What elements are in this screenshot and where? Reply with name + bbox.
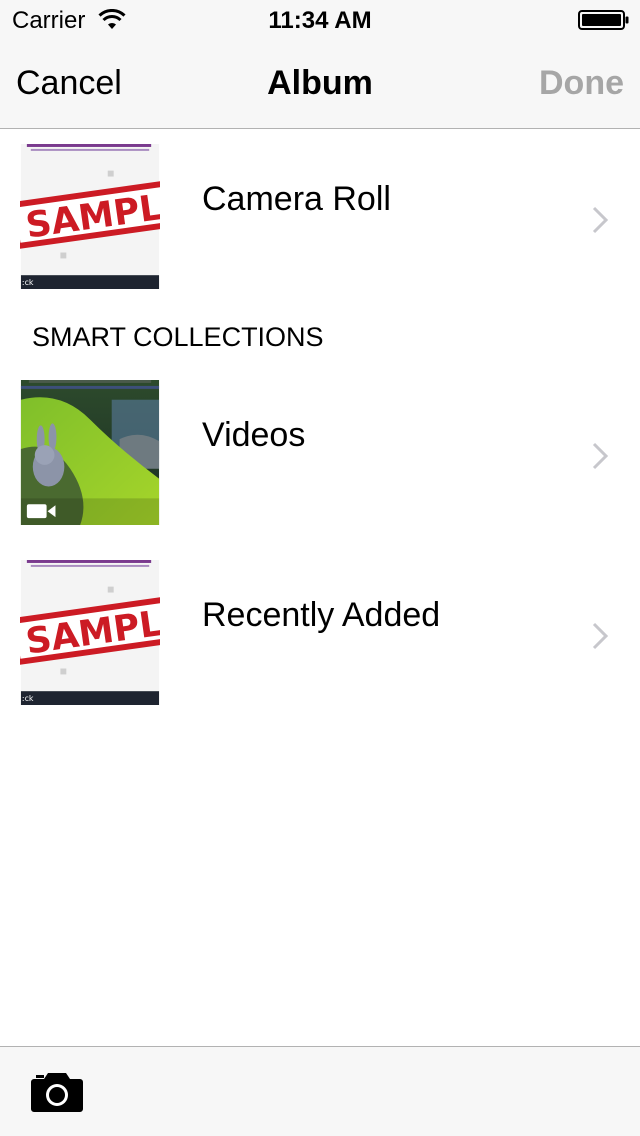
album-row-recently-added[interactable]: SAMPL :ck Recently Added	[0, 542, 640, 705]
battery-icon	[578, 10, 629, 30]
chevron-right-icon	[592, 206, 609, 234]
status-bar: Carrier 11:34 AM	[0, 0, 640, 40]
svg-text::ck: :ck	[22, 278, 34, 287]
navigation-bar: Cancel Album Done	[0, 40, 640, 129]
chevron-right-icon	[592, 622, 609, 650]
album-picker-screen: Carrier 11:34 AM Cancel Album Done SAMPL…	[0, 0, 640, 1136]
bottom-toolbar	[0, 1046, 640, 1136]
album-thumbnail: SAMPL :ck	[20, 144, 160, 289]
album-thumbnail: SAMPL :ck	[20, 560, 160, 705]
album-label: Videos	[202, 416, 306, 454]
album-row-camera-roll[interactable]: SAMPL :ck Camera Roll	[0, 128, 640, 289]
album-thumbnail	[20, 380, 160, 525]
section-header-smart-collections: SMART COLLECTIONS	[32, 322, 324, 352]
album-label: Recently Added	[202, 596, 441, 634]
done-button[interactable]: Done	[539, 64, 624, 103]
svg-text::ck: :ck	[22, 694, 34, 703]
status-time: 11:34 AM	[268, 7, 372, 34]
album-label: Camera Roll	[202, 180, 391, 218]
album-row-videos[interactable]: Videos	[0, 362, 640, 525]
chevron-right-icon	[592, 442, 609, 470]
camera-icon[interactable]	[30, 1071, 84, 1113]
